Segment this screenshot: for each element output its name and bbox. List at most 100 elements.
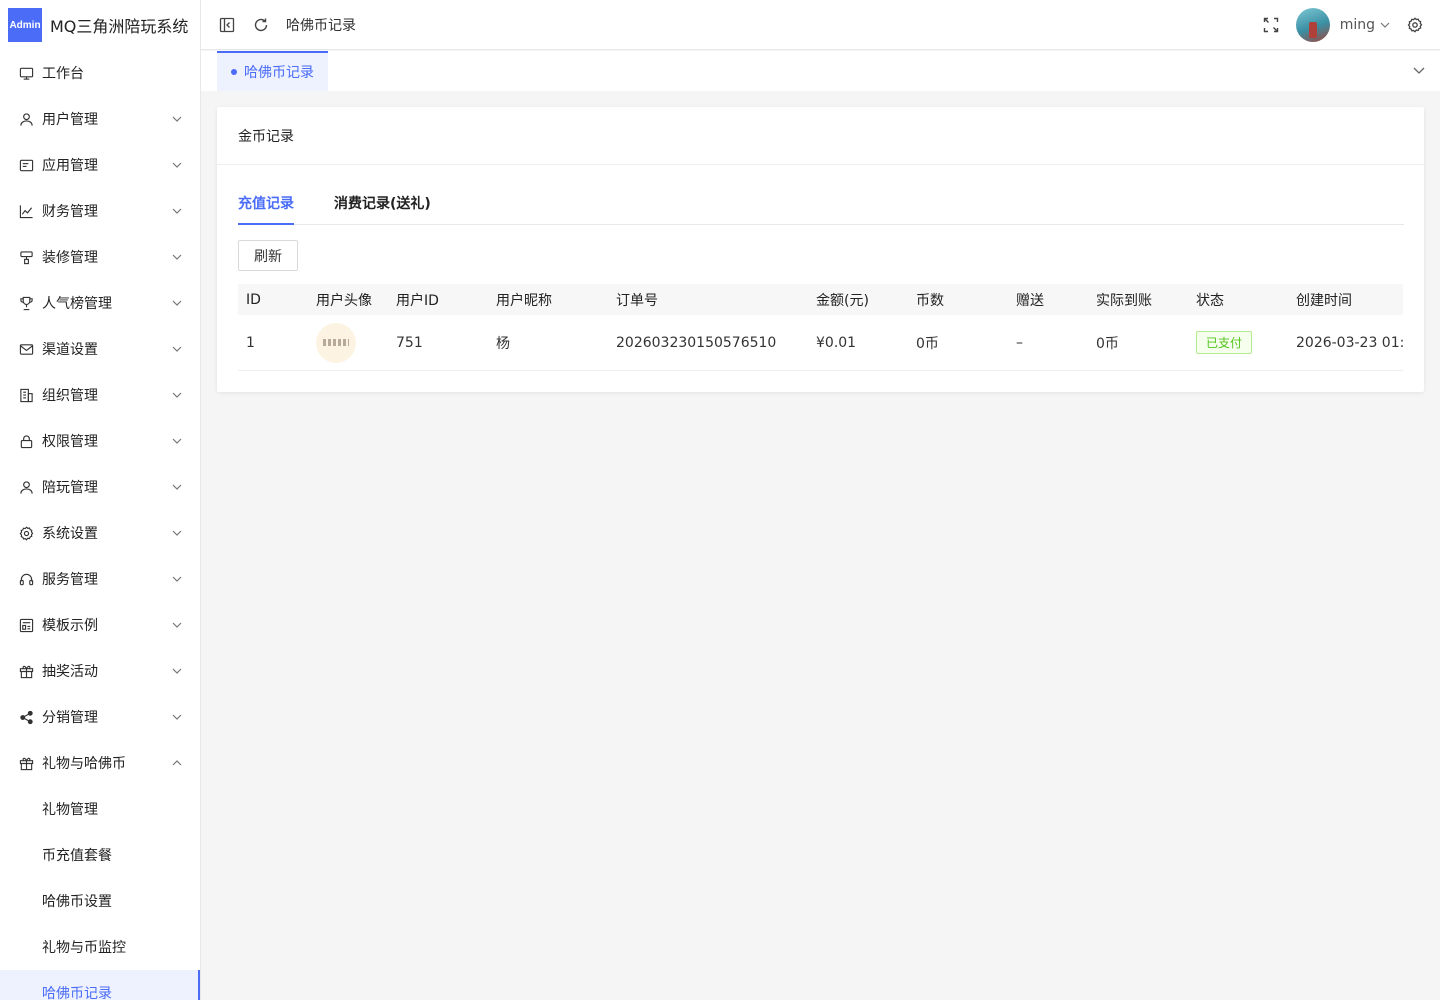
sidebar-item-label: 模板示例 xyxy=(42,618,98,634)
sidebar-item-2[interactable]: 应用管理 xyxy=(0,142,200,188)
app-title: MQ三角洲陪玩系统 xyxy=(50,17,189,36)
records-table: ID 用户头像 用户ID 用户昵称 订单号 金额(元) 币数 赠送 实际到账 状态 创建时间 1 75… xyxy=(238,284,1403,371)
active-dot xyxy=(231,69,237,75)
page-tab-label: 哈佛币记录 xyxy=(244,65,314,81)
sidebar-subitem-2[interactable]: 哈佛币设置 xyxy=(0,878,200,924)
column-header: 创建时间 xyxy=(1296,292,1352,309)
gift-icon xyxy=(18,663,34,679)
column-header: 用户头像 xyxy=(316,292,372,309)
cell-amount: ¥0.01 xyxy=(816,334,857,351)
monitor-icon xyxy=(18,65,34,81)
sidebar-item-5[interactable]: 人气榜管理 xyxy=(0,280,200,326)
column-header: 赠送 xyxy=(1016,292,1044,309)
chevron-down-icon xyxy=(172,254,182,260)
sidebar-subitem-0[interactable]: 礼物管理 xyxy=(0,786,200,832)
headset-icon xyxy=(18,571,34,587)
subtab-recharge[interactable]: 充值记录 xyxy=(238,193,294,225)
sidebar-item-label: 组织管理 xyxy=(42,388,98,404)
cell-user-id: 751 xyxy=(396,334,423,351)
chevron-down-icon xyxy=(1380,22,1390,28)
chevron-down-icon xyxy=(172,162,182,168)
card-title: 金币记录 xyxy=(217,107,1424,165)
chevron-up-icon xyxy=(172,760,182,766)
column-header: 订单号 xyxy=(616,292,658,309)
gear-icon xyxy=(18,525,34,541)
chevron-down-icon xyxy=(172,300,182,306)
cell-bonus: – xyxy=(1016,334,1023,351)
cell-created: 2026-03-23 01: xyxy=(1296,334,1403,351)
chevron-down-icon xyxy=(172,668,182,674)
settings-gear-icon[interactable] xyxy=(1406,16,1424,34)
gift-icon xyxy=(18,755,34,771)
logo-badge: Admin xyxy=(8,8,42,42)
column-header: 状态 xyxy=(1196,292,1224,309)
sidebar-item-1[interactable]: 用户管理 xyxy=(0,96,200,142)
refresh-icon[interactable] xyxy=(252,16,270,34)
sidebar-item-label: 用户管理 xyxy=(42,112,98,128)
sidebar-item-label: 陪玩管理 xyxy=(42,480,98,496)
collapse-sidebar-icon[interactable] xyxy=(218,16,236,34)
building-icon xyxy=(18,387,34,403)
chart-icon xyxy=(18,203,34,219)
status-cell: 已支付 xyxy=(1196,315,1253,370)
page-tab-active[interactable]: 哈佛币记录 xyxy=(217,51,328,91)
column-header: 金额(元) xyxy=(816,292,869,309)
chevron-down-icon xyxy=(172,714,182,720)
trophy-icon xyxy=(18,295,34,311)
sidebar-item-13[interactable]: 抽奖活动 xyxy=(0,648,200,694)
user-menu[interactable]: ming xyxy=(1340,17,1390,33)
user-avatar-image[interactable] xyxy=(316,322,356,363)
sidebar-subitem-3[interactable]: 礼物与币监控 xyxy=(0,924,200,970)
sidebar-item-8[interactable]: 权限管理 xyxy=(0,418,200,464)
refresh-button[interactable]: 刷新 xyxy=(238,240,298,271)
column-header: 用户昵称 xyxy=(496,292,552,309)
tabs-dropdown-chevron-icon[interactable] xyxy=(1412,63,1426,77)
template-icon xyxy=(18,617,34,633)
sidebar-item-label: 工作台 xyxy=(42,66,84,82)
sidebar-item-label: 应用管理 xyxy=(42,158,98,174)
mail-icon xyxy=(18,341,34,357)
sidebar-item-label: 权限管理 xyxy=(42,434,98,450)
sidebar-item-11[interactable]: 服务管理 xyxy=(0,556,200,602)
user-avatar-cell xyxy=(316,315,356,370)
chevron-down-icon xyxy=(172,392,182,398)
top-header: 哈佛币记录 ming xyxy=(201,0,1440,50)
chevron-down-icon xyxy=(172,438,182,444)
sidebar-item-15[interactable]: 礼物与哈佛币 xyxy=(0,740,200,786)
sidebar-subitem-1[interactable]: 币充值套餐 xyxy=(0,832,200,878)
sidebar-item-label: 财务管理 xyxy=(42,204,98,220)
decoration-icon xyxy=(18,249,34,265)
sidebar-item-3[interactable]: 财务管理 xyxy=(0,188,200,234)
chevron-down-icon xyxy=(172,484,182,490)
sidebar-item-12[interactable]: 模板示例 xyxy=(0,602,200,648)
chevron-down-icon xyxy=(172,116,182,122)
chevron-down-icon xyxy=(172,208,182,214)
chevron-down-icon xyxy=(172,576,182,582)
column-header: 实际到账 xyxy=(1096,292,1152,309)
share-icon xyxy=(18,709,34,725)
sidebar-item-label: 分销管理 xyxy=(42,710,98,726)
sidebar-menu: 工作台用户管理应用管理财务管理装修管理 人气榜管理 渠道设置组织管理权限管理陪玩管理… xyxy=(0,50,200,1000)
logo-bar: Admin MQ三角洲陪玩系统 xyxy=(0,0,200,50)
chevron-down-icon xyxy=(172,346,182,352)
page-tabs-bar: 哈佛币记录 xyxy=(201,51,1440,91)
sidebar-subitem-4[interactable]: 哈佛币记录 xyxy=(0,970,200,1000)
fullscreen-icon[interactable] xyxy=(1262,16,1280,34)
subtab-consume[interactable]: 消费记录(送礼) xyxy=(334,193,431,225)
breadcrumb: 哈佛币记录 xyxy=(286,17,356,34)
sidebar-item-9[interactable]: 陪玩管理 xyxy=(0,464,200,510)
sidebar-item-10[interactable]: 系统设置 xyxy=(0,510,200,556)
sidebar-item-0[interactable]: 工作台 xyxy=(0,50,200,96)
sidebar-item-14[interactable]: 分销管理 xyxy=(0,694,200,740)
sidebar-item-4[interactable]: 装修管理 xyxy=(0,234,200,280)
column-header: 用户ID xyxy=(396,292,439,309)
sidebar-item-7[interactable]: 组织管理 xyxy=(0,372,200,418)
user-avatar[interactable] xyxy=(1295,7,1330,42)
sidebar-item-label: 抽奖活动 xyxy=(42,664,98,680)
cell-id: 1 xyxy=(246,334,255,351)
sidebar-item-label: 礼物与哈佛币 xyxy=(42,756,126,772)
record-subtabs: 充值记录 消费记录(送礼) xyxy=(238,193,1404,225)
sidebar-item-6[interactable]: 渠道设置 xyxy=(0,326,200,372)
column-header: ID xyxy=(246,291,261,308)
chevron-down-icon xyxy=(172,530,182,536)
